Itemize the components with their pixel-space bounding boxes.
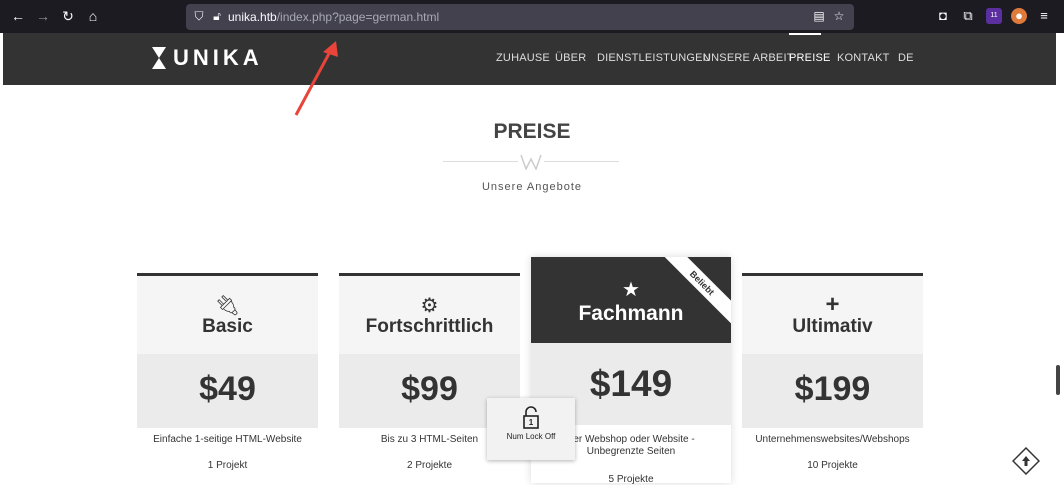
home-icon[interactable]: ⌂ bbox=[85, 8, 101, 24]
star-icon: ★ bbox=[622, 279, 640, 301]
plan-name: Fortschrittlich bbox=[365, 316, 494, 337]
forward-icon[interactable]: → bbox=[35, 8, 51, 24]
back-to-top-button[interactable] bbox=[1012, 447, 1040, 475]
section-subtitle: Unsere Angebote bbox=[481, 181, 582, 193]
pricing-card-ultimativ: + Ultimativ $199 Unternehmenswebsites/We… bbox=[742, 273, 923, 483]
active-menu-indicator bbox=[789, 33, 821, 35]
bookmark-star-icon[interactable]: ☆ bbox=[832, 9, 846, 23]
logo-text[interactable]: UNIKA bbox=[173, 45, 263, 71]
plan-name: Ultimativ bbox=[792, 316, 873, 337]
menu-item-zuhause[interactable]: ZUHAUSE bbox=[496, 52, 550, 64]
shield-icon[interactable]: ⛉ bbox=[192, 9, 206, 23]
plan-name: Fachmann bbox=[578, 302, 684, 325]
menu-item-unsere-arbeit[interactable]: UNSERE ARBEIT bbox=[703, 52, 794, 64]
insecure-lock-icon[interactable]: 🔓︎ bbox=[210, 9, 224, 23]
numlock-digit: 1 bbox=[528, 418, 534, 427]
plan-feature: 1 Projekt bbox=[207, 460, 248, 471]
plan-feature: Einfache 1-seitige HTML-Website bbox=[153, 434, 302, 445]
annotation-arrow bbox=[294, 41, 338, 116]
url-host: unika.htb bbox=[228, 10, 277, 24]
foxyproxy-icon[interactable]: ● bbox=[1011, 8, 1027, 24]
plan-feature: 5 Projekte bbox=[608, 474, 654, 485]
title-divider-right bbox=[544, 161, 619, 162]
gear-icon: ⚙ bbox=[420, 295, 439, 317]
menu-item-dienstleistungen[interactable]: DIENSTLEISTUNGEN bbox=[597, 52, 711, 64]
numlock-label: Num Lock Off bbox=[506, 432, 556, 441]
menu-item-ueber[interactable]: ÜBER bbox=[555, 52, 586, 64]
title-divider-left bbox=[443, 161, 518, 162]
plus-icon: + bbox=[825, 291, 840, 318]
plan-feature: Unternehmenswebsites/Webshops bbox=[755, 434, 910, 445]
logo-hourglass-icon bbox=[152, 47, 166, 69]
menu-icon[interactable]: ≡ bbox=[1036, 8, 1052, 24]
plug-icon: 🔌︎ bbox=[214, 295, 241, 317]
plan-price: $49 bbox=[199, 370, 256, 408]
divider-logo-icon bbox=[520, 154, 542, 170]
page-scrollbar[interactable] bbox=[1056, 365, 1060, 395]
url-text[interactable]: unika.htb/index.php?page=german.html bbox=[228, 10, 439, 24]
plan-name: Basic bbox=[202, 316, 253, 337]
menu-item-language[interactable]: DE bbox=[898, 52, 914, 64]
plan-price: $199 bbox=[794, 370, 871, 408]
address-bar[interactable]: ⛉ 🔓︎ unika.htb/index.php?page=german.htm… bbox=[186, 4, 854, 30]
browser-toolbar: ← → ↻ ⌂ ⛉ 🔓︎ unika.htb/index.php?page=ge… bbox=[0, 0, 1064, 33]
section-title: PREISE bbox=[493, 120, 571, 143]
extensions-icon[interactable]: ⧉ bbox=[960, 8, 976, 24]
extension-badge[interactable]: 11 bbox=[986, 8, 1002, 24]
menu-item-preise[interactable]: PREISE bbox=[789, 52, 831, 64]
plan-feature: 10 Projekte bbox=[807, 460, 858, 471]
reload-icon[interactable]: ↻ bbox=[60, 8, 76, 24]
numlock-notification: 1 Num Lock Off bbox=[487, 398, 575, 460]
url-path: /index.php?page=german.html bbox=[276, 10, 440, 24]
site-header: UNIKA ZUHAUSE ÜBER DIENSTLEISTUNGEN UNSE… bbox=[3, 33, 1056, 85]
pricing-card-basic: 🔌︎ Basic $49 Einfache 1-seitige HTML-Web… bbox=[137, 273, 318, 483]
menu-item-kontakt[interactable]: KONTAKT bbox=[837, 52, 890, 64]
reader-view-icon[interactable]: ▤ bbox=[812, 9, 826, 23]
pocket-icon[interactable]: ◘ bbox=[935, 8, 951, 24]
plan-feature: 2 Projekte bbox=[406, 460, 453, 471]
back-icon[interactable]: ← bbox=[10, 8, 26, 24]
